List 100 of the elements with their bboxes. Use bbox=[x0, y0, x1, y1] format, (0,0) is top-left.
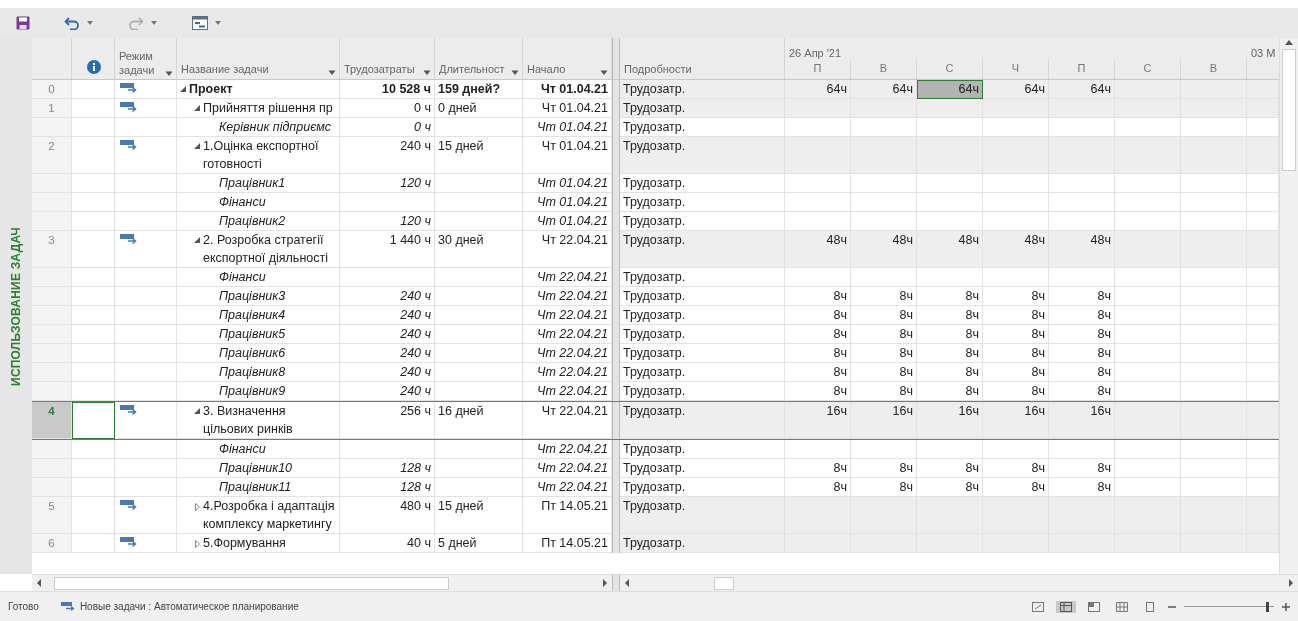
work-value-cell[interactable]: 8ч bbox=[1049, 344, 1115, 363]
work-value-cell[interactable]: 8ч bbox=[851, 459, 917, 478]
work-value-cell[interactable]: 8ч bbox=[785, 459, 851, 478]
row-number[interactable] bbox=[32, 174, 72, 193]
work-value-cell[interactable]: 8ч bbox=[983, 306, 1049, 325]
collapsed-triangle-icon[interactable] bbox=[194, 503, 200, 511]
undo-icon[interactable] bbox=[64, 16, 80, 30]
work-value-cell[interactable]: 16ч bbox=[785, 402, 851, 439]
work-value-cell[interactable]: 8ч bbox=[983, 344, 1049, 363]
work-value-cell[interactable]: 16ч bbox=[983, 402, 1049, 439]
work-value-cell[interactable]: 64ч bbox=[983, 80, 1049, 99]
work-value-cell[interactable]: 8ч bbox=[785, 363, 851, 382]
work-value-cell[interactable]: 8ч bbox=[1049, 325, 1115, 344]
work-value-cell[interactable]: 8ч bbox=[917, 287, 983, 306]
work-value-cell[interactable]: 8ч bbox=[917, 325, 983, 344]
row-number[interactable] bbox=[32, 212, 72, 231]
task-mode-icon[interactable] bbox=[60, 602, 75, 611]
scrollbar-thumb[interactable] bbox=[714, 576, 734, 590]
dropdown-arrow-icon[interactable] bbox=[511, 70, 519, 76]
row-number[interactable] bbox=[32, 382, 72, 401]
work-value-cell[interactable]: 64ч bbox=[851, 80, 917, 99]
work-value-cell[interactable]: 8ч bbox=[1049, 363, 1115, 382]
row-number[interactable] bbox=[32, 325, 72, 344]
work-value-cell[interactable]: 8ч bbox=[851, 363, 917, 382]
row-number[interactable] bbox=[32, 268, 72, 287]
dropdown-arrow-icon[interactable] bbox=[328, 70, 336, 76]
scheduling-mode-text[interactable]: Новые задачи : Автоматическое планирование bbox=[79, 601, 299, 612]
expanded-triangle-icon[interactable] bbox=[194, 143, 200, 149]
zoom-in-icon[interactable] bbox=[1282, 602, 1290, 611]
collapsed-triangle-icon[interactable] bbox=[194, 540, 200, 548]
splitter-bar[interactable] bbox=[612, 402, 620, 439]
splitter-bar[interactable] bbox=[612, 440, 620, 459]
horizontal-scrollbar[interactable] bbox=[32, 574, 612, 591]
work-value-cell[interactable]: 64ч bbox=[917, 80, 983, 99]
row-number[interactable] bbox=[32, 363, 72, 382]
work-value-cell[interactable]: 8ч bbox=[785, 287, 851, 306]
work-value-cell[interactable]: 64ч bbox=[1049, 80, 1115, 99]
work-value-cell[interactable]: 8ч bbox=[983, 287, 1049, 306]
row-number[interactable] bbox=[32, 193, 72, 212]
expanded-triangle-icon[interactable] bbox=[194, 237, 200, 243]
work-value-cell[interactable]: 8ч bbox=[851, 287, 917, 306]
slider-thumb[interactable] bbox=[1265, 601, 1269, 612]
work-value-cell[interactable]: 8ч bbox=[851, 382, 917, 401]
work-value-cell[interactable]: 48ч bbox=[917, 231, 983, 268]
work-value-cell[interactable]: 8ч bbox=[917, 344, 983, 363]
row-number[interactable] bbox=[32, 287, 72, 306]
caret-icon[interactable] bbox=[150, 19, 158, 27]
work-value-cell[interactable]: 64ч bbox=[785, 80, 851, 99]
work-value-cell[interactable]: 8ч bbox=[917, 306, 983, 325]
save-icon[interactable] bbox=[16, 16, 30, 30]
work-value-cell[interactable]: 48ч bbox=[1049, 231, 1115, 268]
splitter-bar[interactable] bbox=[612, 382, 620, 401]
vertical-scrollbar[interactable] bbox=[1279, 38, 1298, 574]
work-value-cell[interactable]: 8ч bbox=[851, 325, 917, 344]
work-value-cell[interactable]: 8ч bbox=[917, 363, 983, 382]
work-value-cell[interactable]: 8ч bbox=[1049, 306, 1115, 325]
work-value-cell[interactable]: 16ч bbox=[917, 402, 983, 439]
work-value-cell[interactable]: 8ч bbox=[785, 306, 851, 325]
row-number[interactable] bbox=[32, 440, 72, 459]
work-value-cell[interactable]: 8ч bbox=[785, 382, 851, 401]
column-header[interactable]: Трудозатраты bbox=[340, 38, 435, 79]
work-value-cell[interactable]: 48ч bbox=[851, 231, 917, 268]
row-number[interactable] bbox=[32, 344, 72, 363]
caret-icon[interactable] bbox=[214, 19, 222, 27]
scrollbar-thumb[interactable] bbox=[1282, 49, 1296, 171]
gantt-view-icon[interactable] bbox=[192, 16, 208, 30]
work-value-cell[interactable]: 8ч bbox=[785, 325, 851, 344]
work-value-cell[interactable]: 16ч bbox=[1049, 402, 1115, 439]
column-header[interactable]: Режим задачи bbox=[115, 38, 177, 79]
splitter-bar[interactable] bbox=[612, 534, 620, 553]
dropdown-arrow-icon[interactable] bbox=[165, 71, 173, 77]
work-value-cell[interactable]: 8ч bbox=[1049, 382, 1115, 401]
scrollbar-thumb[interactable] bbox=[54, 576, 449, 590]
work-value-cell[interactable]: 8ч bbox=[851, 306, 917, 325]
redo-icon[interactable] bbox=[128, 16, 144, 30]
row-number[interactable] bbox=[32, 478, 72, 497]
work-value-cell[interactable]: 8ч bbox=[851, 344, 917, 363]
dropdown-arrow-icon[interactable] bbox=[423, 70, 431, 76]
work-value-cell[interactable]: 48ч bbox=[785, 231, 851, 268]
horizontal-scrollbar[interactable] bbox=[620, 574, 1298, 591]
work-value-cell[interactable]: 8ч bbox=[917, 382, 983, 401]
work-value-cell[interactable]: 8ч bbox=[785, 344, 851, 363]
expanded-triangle-icon[interactable] bbox=[180, 86, 186, 92]
expanded-triangle-icon[interactable] bbox=[194, 408, 200, 414]
scroll-up-arrow-icon[interactable] bbox=[1285, 40, 1293, 45]
column-header[interactable]: Длительност bbox=[435, 38, 523, 79]
work-value-cell[interactable]: 8ч bbox=[1049, 287, 1115, 306]
work-value-cell[interactable]: 8ч bbox=[983, 382, 1049, 401]
work-value-cell[interactable]: 48ч bbox=[983, 231, 1049, 268]
expanded-triangle-icon[interactable] bbox=[194, 105, 200, 111]
work-value-cell[interactable]: 16ч bbox=[851, 402, 917, 439]
zoom-slider[interactable] bbox=[1184, 601, 1274, 612]
work-value-cell[interactable]: 8ч bbox=[917, 459, 983, 478]
work-value-cell[interactable]: 8ч bbox=[983, 325, 1049, 344]
table-view-icon[interactable] bbox=[1056, 600, 1076, 613]
column-header[interactable]: Название задачи bbox=[177, 38, 340, 79]
dropdown-arrow-icon[interactable] bbox=[600, 70, 608, 76]
row-number[interactable] bbox=[32, 306, 72, 325]
work-value-cell[interactable]: 8ч bbox=[1049, 459, 1115, 478]
row-number[interactable] bbox=[32, 118, 72, 137]
